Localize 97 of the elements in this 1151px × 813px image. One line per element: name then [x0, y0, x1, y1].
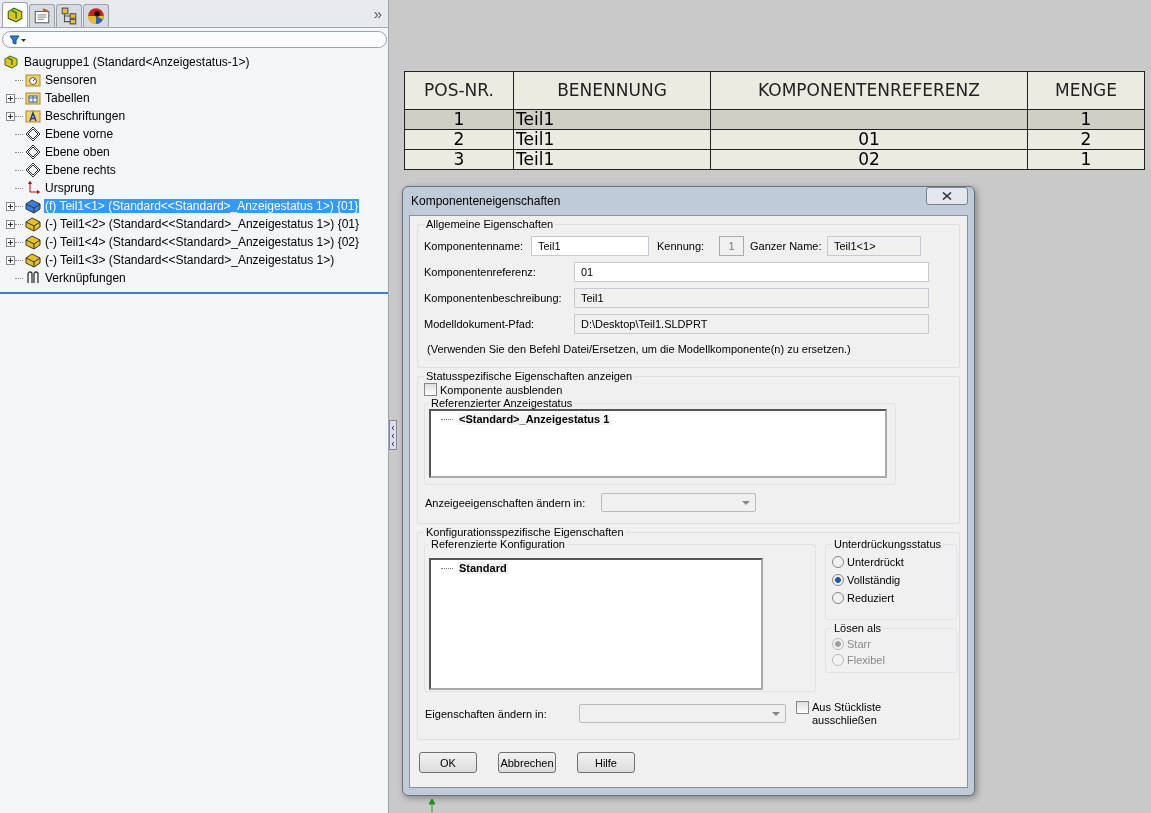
folder-letter-icon: [25, 108, 41, 124]
expand-icon[interactable]: [6, 111, 15, 121]
table-cell: 02: [710, 149, 1028, 170]
plane-icon: [25, 126, 41, 142]
caret-icon: [772, 711, 780, 716]
expand-icon[interactable]: [6, 255, 15, 265]
axis-arrow-icon: [428, 798, 436, 812]
group-title: Allgemeine Eigenschaften: [425, 218, 555, 230]
field-label: Komponentenreferenz:: [424, 266, 537, 278]
field-label: Komponentenbeschreibung:: [424, 292, 563, 304]
dialog-button[interactable]: Abbrechen: [498, 752, 556, 773]
tree-item[interactable]: Sensoren: [44, 73, 98, 87]
part-icon: [25, 198, 41, 214]
table-cell: 1: [404, 109, 514, 130]
dialog-button[interactable]: Hilfe: [577, 752, 635, 773]
expand-icon[interactable]: [6, 93, 15, 103]
list-item[interactable]: Standard: [457, 562, 509, 574]
hint-text: (Verwenden Sie den Befehl Datei/Ersetzen, um die Modellkomponente(n) zu ersetzen.): [427, 343, 852, 355]
filter-icon: [9, 34, 27, 45]
input-field[interactable]: 01: [574, 262, 929, 282]
group-title: Konfigurationsspezifische Eigenschaften: [425, 526, 625, 538]
table-cell: 2: [404, 129, 514, 150]
folder-table-icon: [25, 90, 41, 106]
group-title: Referenzierte Konfiguration: [430, 538, 566, 550]
input-field[interactable]: Teil1: [531, 236, 649, 256]
field-label: Ganzer Name:: [750, 240, 823, 252]
tree-item[interactable]: (-) Teil1<4> (Standard<<Standard>_Anzeigestatus 1>) {02}: [44, 235, 360, 249]
input-field[interactable]: D:\Desktop\Teil1.SLDPRT: [574, 314, 929, 334]
tree-item[interactable]: Ebene vorne: [44, 127, 115, 141]
paperclip-icon: [25, 270, 41, 286]
plane-icon: [25, 162, 41, 178]
table-cell: 3: [404, 149, 514, 170]
expand-icon[interactable]: [6, 201, 15, 211]
radio-button[interactable]: [832, 574, 844, 586]
radio-label: Vollständig: [847, 574, 901, 586]
origin-icon: [25, 180, 41, 196]
tree-item[interactable]: Ebene rechts: [44, 163, 117, 177]
field-label: Anzeigeeigenschaften ändern in:: [425, 496, 587, 509]
radio-button[interactable]: [832, 556, 844, 568]
dialog-title: Komponenteneigenschaften: [411, 194, 561, 208]
close-icon: [942, 192, 952, 200]
checkbox-label: Komponente ausblenden: [440, 383, 563, 396]
plane-icon: [25, 144, 41, 160]
radio-label: Flexibel: [847, 654, 885, 666]
checkbox[interactable]: [796, 701, 809, 714]
tree-item[interactable]: Ebene oben: [44, 145, 111, 159]
checkbox[interactable]: [424, 383, 437, 396]
list-item[interactable]: <Standard>_Anzeigestatus 1: [457, 413, 612, 425]
column-header: BENENNUNG: [513, 71, 711, 110]
group-title: Statusspezifische Eigenschaften anzeigen: [425, 370, 634, 382]
filter-field[interactable]: [2, 31, 387, 48]
part-icon: [25, 234, 41, 250]
column-header: MENGE: [1027, 71, 1145, 110]
tree-item[interactable]: Beschriftungen: [44, 109, 127, 123]
radio-label: Reduziert: [847, 592, 895, 604]
field-label: Komponentenname:: [424, 240, 525, 252]
table-cell: 01: [710, 129, 1028, 150]
color-ball-icon: [87, 7, 105, 25]
part-icon: [25, 252, 41, 268]
tree-item[interactable]: Ursprung: [44, 181, 96, 195]
field-label: Eigenschaften ändern in:: [425, 707, 548, 720]
group-title: Lösen als: [833, 622, 883, 634]
table-cell: 2: [1027, 129, 1145, 150]
folder-gauge-icon: [25, 72, 41, 88]
radio-label: Starr: [847, 638, 871, 650]
expand-icon[interactable]: [6, 237, 15, 247]
configuration-tree-icon: [60, 7, 78, 25]
panel-tab[interactable]: [83, 4, 109, 27]
input-field[interactable]: Teil1: [574, 288, 929, 308]
radio-button[interactable]: [832, 592, 844, 604]
expand-icon[interactable]: [6, 219, 15, 229]
assembly-icon: [6, 6, 24, 24]
dialog-button[interactable]: OK: [419, 752, 477, 773]
tree-item[interactable]: (-) Teil1<3> (Standard<<Standard>_Anzeigestatus 1>): [44, 253, 336, 267]
column-header: POS-NR.: [404, 71, 514, 110]
part-icon: [25, 216, 41, 232]
input-field[interactable]: Teil1<1>: [827, 236, 921, 256]
close-button[interactable]: [926, 187, 968, 205]
radio-label: Unterdrückt: [847, 556, 904, 568]
table-cell: 1: [1027, 149, 1145, 170]
checkbox-label: Aus Stückliste ausschließen: [812, 701, 883, 727]
assembly-icon: [3, 54, 19, 70]
field-label: Modelldokument-Pfad:: [424, 318, 536, 330]
table-cell: Teil1: [513, 129, 711, 150]
tree-item[interactable]: Verknüpfungen: [44, 271, 127, 285]
tree-item[interactable]: (-) Teil1<2> (Standard<<Standard>_Anzeigestatus 1>) {01}: [44, 217, 360, 231]
collapse-handle-icon[interactable]: [389, 420, 397, 450]
tree-item[interactable]: Baugruppe1 (Standard<Anzeigestatus-1>): [23, 55, 251, 69]
field-label: Kennung:: [657, 240, 706, 252]
column-header: KOMPONENTENREFERENZ: [710, 71, 1028, 110]
more-tabs-button[interactable]: »: [373, 5, 382, 22]
property-sheet-icon: [33, 7, 51, 25]
table-cell: Teil1: [513, 149, 711, 170]
tree-item[interactable]: Tabellen: [44, 91, 91, 105]
group-title: Referenzierter Anzeigestatus: [430, 397, 574, 409]
caret-icon: [742, 500, 750, 505]
group-title: Unterdrückungsstatus: [833, 538, 942, 550]
